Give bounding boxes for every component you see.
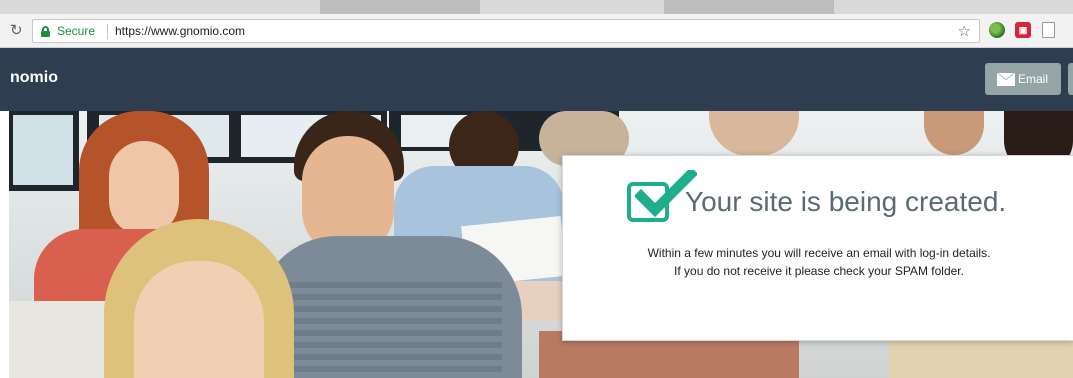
lock-icon (41, 26, 50, 37)
tab-edge[interactable] (664, 0, 834, 14)
globe-extension-icon[interactable] (989, 22, 1005, 38)
tab-edge[interactable] (320, 0, 480, 14)
email-button-label: Email (1018, 72, 1049, 86)
url-separator (107, 24, 108, 39)
notice-line-2: If you do not receive it please check yo… (674, 264, 964, 278)
url-text[interactable]: https://www.gnomio.com (115, 24, 245, 38)
document-extension-icon[interactable] (1042, 22, 1055, 38)
secure-label: Secure (57, 24, 96, 38)
site-header: nomio Email (0, 48, 1073, 111)
browser-toolbar: ↻ Secure https://www.gnomio.com ☆ (0, 14, 1073, 48)
envelope-icon (997, 73, 1015, 86)
reload-icon[interactable]: ↻ (10, 22, 26, 38)
site-created-notice: Your site is being created. Within a few… (562, 155, 1073, 341)
star-icon[interactable]: ☆ (958, 22, 971, 40)
tab-strip (0, 0, 1073, 14)
red-extension-icon[interactable]: ▣ (1015, 22, 1031, 38)
site-logo-text[interactable]: nomio (10, 69, 58, 87)
address-bar[interactable]: Secure https://www.gnomio.com ☆ (32, 19, 980, 43)
notice-line-1: Within a few minutes you will receive an… (647, 246, 991, 260)
email-button[interactable]: Email (985, 63, 1061, 95)
header-button-edge[interactable] (1068, 63, 1073, 95)
notice-title: Your site is being created. (685, 186, 1007, 217)
